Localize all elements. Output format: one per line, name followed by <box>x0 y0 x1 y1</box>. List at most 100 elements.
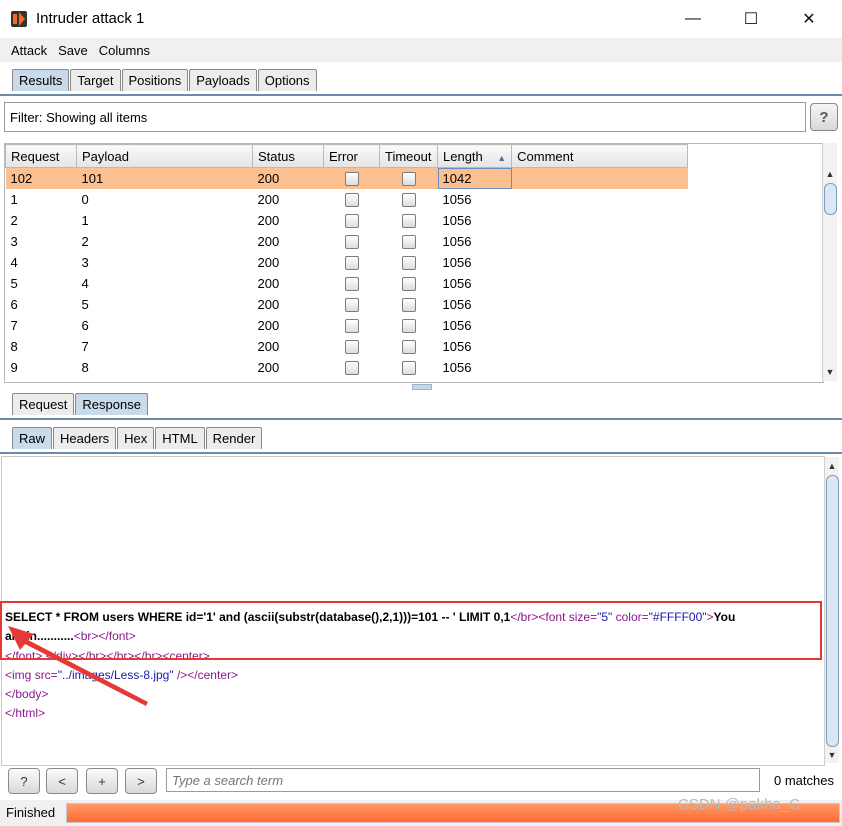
table-header-row: Request Payload Status Error Timeout Len… <box>5 144 689 168</box>
tab-positions[interactable]: Positions <box>121 69 189 91</box>
view-tabs: Raw Headers Hex HTML Render <box>12 427 263 449</box>
col-status[interactable]: Status <box>252 144 324 168</box>
timeout-checkbox[interactable] <box>401 361 416 376</box>
scroll-up-icon[interactable]: ▲ <box>825 459 839 473</box>
cell-timeout <box>380 189 438 210</box>
error-checkbox[interactable] <box>344 298 359 313</box>
maximize-button[interactable]: ☐ <box>728 0 774 38</box>
cell-status: 200 <box>257 255 280 270</box>
error-checkbox[interactable] <box>344 277 359 292</box>
error-checkbox[interactable] <box>344 340 359 355</box>
cell-request: 3 <box>10 234 18 249</box>
timeout-checkbox[interactable] <box>401 340 416 355</box>
table-row[interactable]: 102 101 200 1042 <box>5 167 688 189</box>
table-row[interactable]: 3 2 200 1056 <box>6 231 688 252</box>
scroll-down-icon[interactable]: ▼ <box>823 365 837 379</box>
cell-error <box>324 294 380 315</box>
error-checkbox[interactable] <box>344 193 359 208</box>
tab-request[interactable]: Request <box>12 393 75 415</box>
minimize-button[interactable]: — <box>670 0 716 38</box>
menu-save[interactable]: Save <box>53 43 93 58</box>
search-input[interactable] <box>166 768 760 792</box>
filter-bar[interactable]: Filter: Showing all items <box>4 102 806 132</box>
timeout-checkbox[interactable] <box>401 214 416 229</box>
cell-error <box>324 315 380 336</box>
cell-comment <box>512 315 688 336</box>
cell-request: 5 <box>10 276 18 291</box>
table-scroll-thumb[interactable] <box>824 183 837 215</box>
response-scroll-thumb[interactable] <box>826 475 839 747</box>
search-next-button[interactable]: > <box>125 768 157 794</box>
response-scrollbar[interactable]: ▲ ▼ <box>824 457 839 763</box>
cell-length: 1056 <box>442 297 472 312</box>
cell-length: 1056 <box>442 339 472 354</box>
watermark: CSDN @pakho_C <box>678 796 800 813</box>
tab-options[interactable]: Options <box>257 69 317 91</box>
help-button[interactable]: ? <box>810 103 838 131</box>
cell-payload: 7 <box>81 339 89 354</box>
sort-ascending-icon: ▲ <box>497 152 507 163</box>
search-prev-button[interactable]: < <box>46 768 78 794</box>
search-help-button[interactable]: ? <box>8 768 40 794</box>
table-row[interactable]: 9 8 200 1056 <box>6 357 688 378</box>
table-row[interactable]: 8 7 200 1056 <box>6 336 688 357</box>
cell-comment <box>512 294 688 315</box>
cell-payload: 5 <box>81 297 89 312</box>
error-checkbox[interactable] <box>344 235 359 250</box>
cell-length: 1056 <box>442 255 472 270</box>
tab-divider <box>0 94 842 96</box>
col-request[interactable]: Request <box>5 144 77 168</box>
table-row[interactable]: 5 4 200 1056 <box>6 273 688 294</box>
error-checkbox[interactable] <box>344 319 359 334</box>
cell-error <box>324 252 380 273</box>
timeout-checkbox[interactable] <box>401 277 416 292</box>
cell-length: 1056 <box>442 192 472 207</box>
tab-target[interactable]: Target <box>70 69 121 91</box>
tab-render[interactable]: Render <box>205 427 263 449</box>
table-row[interactable]: 7 6 200 1056 <box>6 315 688 336</box>
cell-status: 200 <box>257 318 280 333</box>
scroll-down-icon[interactable]: ▼ <box>825 748 839 762</box>
close-button[interactable]: ✕ <box>786 0 832 38</box>
timeout-checkbox[interactable] <box>401 298 416 313</box>
tab-response[interactable]: Response <box>75 393 148 415</box>
col-timeout[interactable]: Timeout <box>379 144 438 168</box>
table-row[interactable]: 1 0 200 1056 <box>6 189 688 210</box>
col-payload[interactable]: Payload <box>76 144 253 168</box>
tab-payloads[interactable]: Payloads <box>189 69 257 91</box>
timeout-checkbox[interactable] <box>401 235 416 250</box>
table-row[interactable]: 4 3 200 1056 <box>6 252 688 273</box>
timeout-checkbox[interactable] <box>401 193 416 208</box>
table-row[interactable]: 6 5 200 1056 <box>6 294 688 315</box>
tab-results[interactable]: Results <box>12 69 70 91</box>
cell-error <box>324 336 380 357</box>
table-row[interactable]: 2 1 200 1056 <box>6 210 688 231</box>
timeout-checkbox[interactable] <box>401 256 416 271</box>
col-error[interactable]: Error <box>323 144 380 168</box>
tab-headers[interactable]: Headers <box>53 427 117 449</box>
menu-bar: Attack Save Columns <box>0 38 842 62</box>
scroll-up-icon[interactable]: ▲ <box>823 167 837 181</box>
col-comment[interactable]: Comment <box>511 144 689 168</box>
tab-hex[interactable]: Hex <box>117 427 155 449</box>
cell-comment <box>512 357 688 378</box>
error-checkbox[interactable] <box>344 214 359 229</box>
search-add-button[interactable]: + <box>86 768 118 794</box>
cell-length: 1056 <box>442 318 472 333</box>
menu-attack[interactable]: Attack <box>6 43 52 58</box>
split-pane-handle[interactable] <box>412 384 432 390</box>
col-length[interactable]: Length ▲ <box>436 144 513 168</box>
error-checkbox[interactable] <box>344 172 359 187</box>
table-scrollbar[interactable]: ▲ ▼ <box>822 143 837 381</box>
timeout-checkbox[interactable] <box>401 319 416 334</box>
main-tabs: Results Target Positions Payloads Option… <box>12 69 318 91</box>
cell-payload: 0 <box>81 192 89 207</box>
tab-html[interactable]: HTML <box>155 427 205 449</box>
cell-timeout <box>380 315 438 336</box>
cell-payload: 8 <box>81 360 89 375</box>
error-checkbox[interactable] <box>344 256 359 271</box>
menu-columns[interactable]: Columns <box>94 43 155 58</box>
error-checkbox[interactable] <box>344 361 359 376</box>
tab-raw[interactable]: Raw <box>12 427 53 449</box>
timeout-checkbox[interactable] <box>401 172 416 187</box>
